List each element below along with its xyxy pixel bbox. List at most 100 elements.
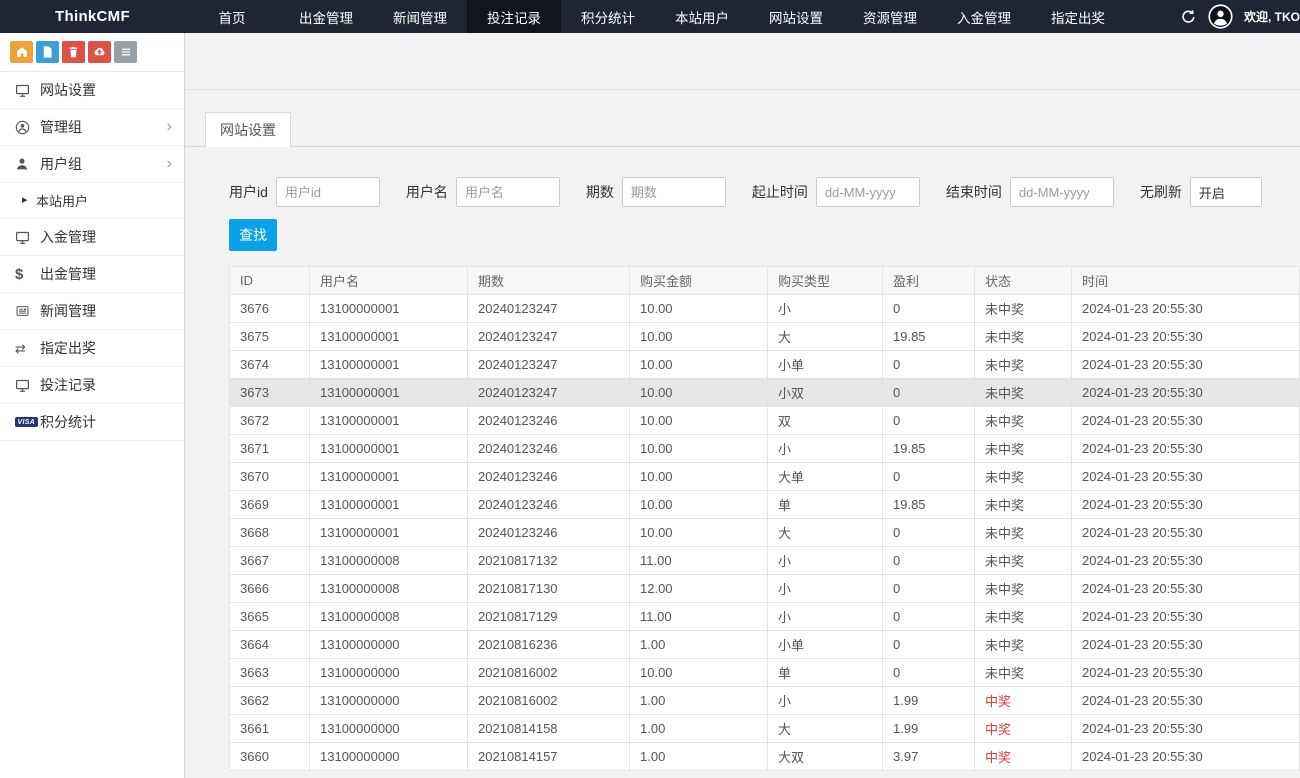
table-row[interactable]: 3669131000000012024012324610.00单19.85未中奖… — [230, 491, 1300, 519]
table-cell: 1.99 — [883, 715, 975, 743]
sidebar-item-label: 投注记录 — [40, 375, 96, 395]
sidebar-item-user-group[interactable]: 用户组› — [0, 146, 184, 183]
table-cell: 1.00 — [630, 631, 768, 659]
table-cell: 3675 — [230, 323, 310, 351]
sidebar-item-points-stats[interactable]: VISA积分统计 — [0, 404, 184, 441]
table-cell: 3666 — [230, 575, 310, 603]
table-row[interactable]: 3663131000000002021081600210.00单0未中奖2024… — [230, 659, 1300, 687]
table-row[interactable]: 3667131000000082021081713211.00小0未中奖2024… — [230, 547, 1300, 575]
table-row[interactable]: 3675131000000012024012324710.00大19.85未中奖… — [230, 323, 1300, 351]
table-cell: 3668 — [230, 519, 310, 547]
table-cell: 3660 — [230, 743, 310, 771]
table-cell: 3667 — [230, 547, 310, 575]
table-cell: 0 — [883, 659, 975, 687]
top-nav-item-9[interactable]: 指定出奖 — [1031, 0, 1125, 33]
sidebar-item-assign-prize[interactable]: ⇄指定出奖 — [0, 330, 184, 367]
table-cell: 大双 — [768, 743, 883, 771]
table-cell: 11.00 — [630, 547, 768, 575]
username-label: 用户名 — [406, 182, 448, 202]
top-nav-item-4[interactable]: 积分统计 — [561, 0, 655, 33]
table-cell: 小 — [768, 295, 883, 323]
quick-cloud-up-button[interactable] — [88, 41, 111, 63]
table-cell: 3670 — [230, 463, 310, 491]
table-cell: 20240123246 — [468, 491, 630, 519]
quick-file-button[interactable] — [36, 41, 59, 63]
top-nav-item-6[interactable]: 网站设置 — [749, 0, 843, 33]
table-row[interactable]: 366413100000000202108162361.00小单0未中奖2024… — [230, 631, 1300, 659]
table-cell: 2024-01-23 20:55:30 — [1072, 463, 1300, 491]
quick-home-button[interactable] — [10, 41, 33, 63]
table-cell: 中奖 — [975, 715, 1072, 743]
sidebar-item-deposit-management[interactable]: 入金管理 — [0, 219, 184, 256]
search-button[interactable]: 查找 — [229, 219, 277, 251]
table-cell: 20240123247 — [468, 323, 630, 351]
no-refresh-select[interactable]: 开启 — [1190, 177, 1262, 207]
tab-site-settings[interactable]: 网站设置 — [205, 112, 291, 147]
table-cell: 2024-01-23 20:55:30 — [1072, 379, 1300, 407]
table-cell: 10.00 — [630, 435, 768, 463]
table-cell: 13100000001 — [310, 407, 468, 435]
table-row[interactable]: 366113100000000202108141581.00大1.99中奖202… — [230, 715, 1300, 743]
username-input[interactable] — [456, 177, 560, 207]
top-nav-item-2[interactable]: 新闻管理 — [373, 0, 467, 33]
quick-trash-button[interactable] — [62, 41, 85, 63]
sidebar-item-label: 网站设置 — [40, 80, 96, 100]
header-strip — [185, 33, 1300, 90]
table-cell: 未中奖 — [975, 547, 1072, 575]
main-area: 网站设置 用户id用户名期数起止时间结束时间 无刷新 开启 查找 — [185, 33, 1300, 778]
sidebar-item-news-management[interactable]: 新闻管理 — [0, 293, 184, 330]
table-cell: 未中奖 — [975, 435, 1072, 463]
table-row[interactable]: 3665131000000082021081712911.00小0未中奖2024… — [230, 603, 1300, 631]
table-cell: 3669 — [230, 491, 310, 519]
table-row[interactable]: 3672131000000012024012324610.00双0未中奖2024… — [230, 407, 1300, 435]
table-row[interactable]: 3666131000000082021081713012.00小0未中奖2024… — [230, 575, 1300, 603]
sidebar-item-label: 本站用户 — [36, 191, 88, 210]
table-cell: 中奖 — [975, 743, 1072, 771]
table-row[interactable]: 366013100000000202108141571.00大双3.97中奖20… — [230, 743, 1300, 771]
top-nav-item-0[interactable]: 首页 — [185, 0, 279, 33]
table-cell: 小 — [768, 687, 883, 715]
table-row[interactable]: 366213100000000202108160021.00小1.99中奖202… — [230, 687, 1300, 715]
chevron-right-icon: › — [167, 119, 172, 135]
end-time-label: 结束时间 — [946, 182, 1002, 202]
table-cell: 12.00 — [630, 575, 768, 603]
start-time-input[interactable] — [816, 177, 920, 207]
sidebar-item-admin-group[interactable]: 管理组 › — [0, 109, 184, 146]
table-cell: 0 — [883, 407, 975, 435]
refresh-icon[interactable] — [1181, 9, 1196, 24]
table-header-row: ID用户名期数购买金额购买类型盈利状态时间 — [230, 267, 1300, 295]
table-row[interactable]: 3671131000000012024012324610.00小19.85未中奖… — [230, 435, 1300, 463]
brand-logo[interactable]: ThinkCMF — [0, 0, 185, 33]
sidebar-item-bet-records[interactable]: 投注记录 — [0, 367, 184, 404]
sidebar-menu: 网站设置管理组 › 用户组›▸本站用户入金管理$出金管理新闻管理⇄指定出奖投注记录 V… — [0, 72, 184, 441]
user-id-input[interactable] — [276, 177, 380, 207]
table-cell: 小 — [768, 603, 883, 631]
monitor-icon — [15, 83, 40, 98]
sidebar-item-withdraw-management[interactable]: $出金管理 — [0, 256, 184, 293]
top-nav-item-8[interactable]: 入金管理 — [937, 0, 1031, 33]
top-nav-item-5[interactable]: 本站用户 — [655, 0, 749, 33]
table-cell: 2024-01-23 20:55:30 — [1072, 323, 1300, 351]
period-input[interactable] — [622, 177, 726, 207]
table-row[interactable]: 3668131000000012024012324610.00大0未中奖2024… — [230, 519, 1300, 547]
user-circle-icon — [15, 120, 40, 135]
sidebar-item-site-settings[interactable]: 网站设置 — [0, 72, 184, 109]
sidebar-item-label: 管理组 — [40, 117, 82, 137]
table-cell: 小 — [768, 575, 883, 603]
top-nav-item-7[interactable]: 资源管理 — [843, 0, 937, 33]
end-time-input[interactable] — [1010, 177, 1114, 207]
top-nav-item-1[interactable]: 出金管理 — [279, 0, 373, 33]
table-row[interactable]: 3673131000000012024012324710.00小双0未中奖202… — [230, 379, 1300, 407]
quick-list-button[interactable] — [114, 41, 137, 63]
table-cell: 未中奖 — [975, 603, 1072, 631]
avatar[interactable] — [1207, 4, 1233, 30]
top-nav-item-3[interactable]: 投注记录 — [467, 0, 561, 33]
table-row[interactable]: 3674131000000012024012324710.00小单0未中奖202… — [230, 351, 1300, 379]
table-row[interactable]: 3676131000000012024012324710.00小0未中奖2024… — [230, 295, 1300, 323]
table-cell: 3663 — [230, 659, 310, 687]
table-cell: 中奖 — [975, 687, 1072, 715]
table-row[interactable]: 3670131000000012024012324610.00大单0未中奖202… — [230, 463, 1300, 491]
sidebar-item-site-users[interactable]: ▸本站用户 — [0, 183, 184, 219]
table-cell: 10.00 — [630, 463, 768, 491]
table-cell: 3674 — [230, 351, 310, 379]
